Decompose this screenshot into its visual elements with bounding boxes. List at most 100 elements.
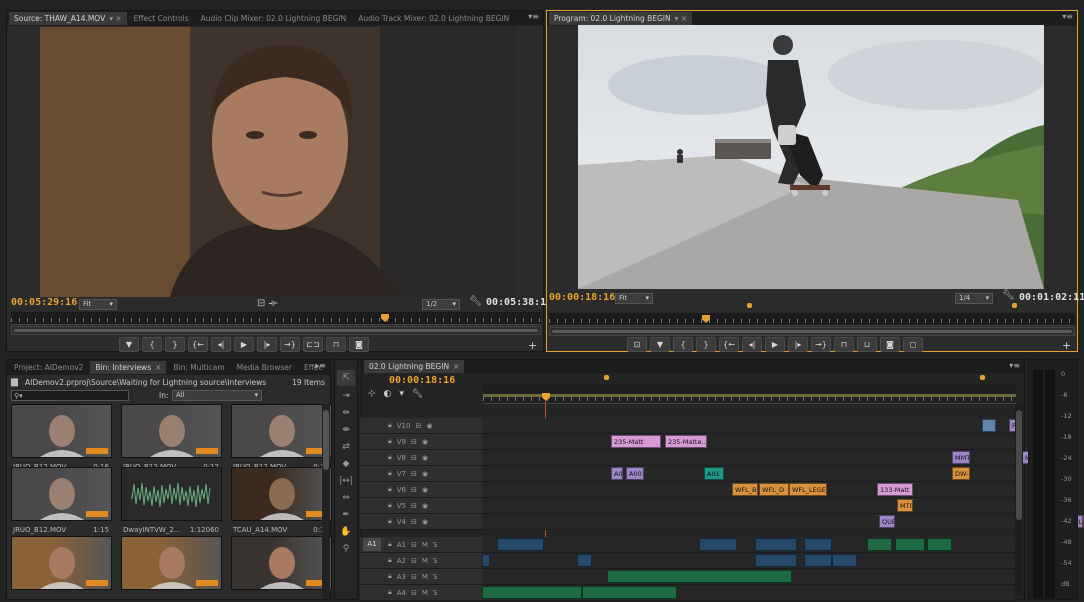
export-frame-icon[interactable]: ◙ — [880, 337, 900, 352]
in-filter-dropdown[interactable]: All — [172, 390, 262, 401]
track-select-tool-icon[interactable]: ⇥ — [337, 388, 355, 404]
eye-icon[interactable]: ◉ — [426, 422, 432, 430]
export-frame-icon[interactable]: ◙ — [349, 337, 369, 352]
lock-icon[interactable]: 🔒︎ — [388, 517, 392, 526]
go-to-in-icon[interactable]: {← — [719, 337, 739, 352]
lock-icon[interactable]: 🔒︎ — [388, 501, 392, 510]
source-fit-dropdown[interactable]: Fit — [79, 299, 117, 310]
timeline-clip[interactable]: A0 — [611, 467, 623, 480]
tab-sequence[interactable]: 02.0 Lightning BEGIN × — [364, 360, 465, 373]
audio-clip[interactable] — [497, 538, 544, 551]
source-resolution-dropdown[interactable]: 1/2 — [422, 299, 460, 310]
track-lane[interactable] — [482, 569, 1015, 584]
source-drag-video-icon[interactable]: ⊟ ⟛ — [257, 298, 278, 309]
audio-clip[interactable] — [927, 538, 952, 551]
sync-lock-icon[interactable]: ⊟ — [415, 422, 421, 430]
clip-thumbnail[interactable] — [231, 404, 332, 458]
audio-clip[interactable] — [755, 538, 797, 551]
clip-thumbnail[interactable] — [121, 536, 222, 590]
timeline-clip[interactable]: MT0 — [897, 499, 913, 512]
timeline-settings-icon[interactable]: 🔧︎ — [412, 389, 423, 399]
track-lane[interactable]: WFL_B WFL_D WFL_LEGE 133-Matt — [482, 482, 1015, 497]
clip-thumbnail[interactable] — [11, 467, 112, 521]
tab-source[interactable]: Source: THAW_A14.MOV ▾ × — [9, 12, 127, 25]
track-lane[interactable] — [482, 537, 1015, 552]
lock-icon[interactable]: 🔒︎ — [388, 556, 392, 565]
tab-program[interactable]: Program: 02.0 Lightning BEGIN ▾ × — [549, 12, 693, 25]
tab-menu-icon[interactable]: ▾ × — [675, 14, 687, 23]
lock-icon[interactable]: 🔒︎ — [388, 588, 392, 597]
play-icon[interactable]: ▶ — [234, 337, 254, 352]
track-lane[interactable]: MT0 — [482, 498, 1015, 513]
track-lane[interactable]: PLQ — [482, 418, 1051, 433]
timeline-scrollbar[interactable] — [1015, 405, 1023, 595]
tab-effect-controls[interactable]: Effect Controls — [129, 12, 194, 25]
scroll-thumb[interactable] — [14, 329, 538, 332]
mark-out-icon[interactable]: } — [696, 337, 716, 352]
hand-tool-icon[interactable]: ✋ — [337, 524, 355, 540]
solo-button[interactable]: S — [433, 541, 437, 549]
linked-selection-icon[interactable]: ◐ — [384, 389, 392, 399]
timeline-clip[interactable]: 235-Matt — [611, 435, 661, 448]
razor-tool-icon[interactable]: ◆ — [337, 456, 355, 472]
extract-icon[interactable]: ⊔ — [857, 337, 877, 352]
timeline-clip[interactable]: WFL_D — [759, 483, 789, 496]
pen-tool-icon[interactable]: ✒ — [337, 507, 355, 523]
tab-audio-track-mixer[interactable]: Audio Track Mixer: 02.0 Lightning BEGIN — [353, 12, 514, 25]
zoom-tool-icon[interactable]: ⚲ — [337, 541, 355, 557]
audio-clip[interactable] — [832, 554, 857, 567]
clip-thumbnail[interactable] — [231, 536, 332, 590]
audio-clip[interactable] — [755, 554, 797, 567]
step-forward-icon[interactable]: |▸ — [788, 337, 808, 352]
timeline-clip[interactable]: DW- — [952, 467, 970, 480]
audio-clip[interactable] — [804, 554, 832, 567]
program-settings-icon[interactable]: 🔧︎ — [1002, 290, 1015, 301]
eye-icon[interactable]: ◉ — [422, 502, 428, 510]
eye-icon[interactable]: ◉ — [422, 438, 428, 446]
tab-bin-multicam[interactable]: Bin: Multicam — [168, 361, 229, 374]
mute-button[interactable]: M — [422, 541, 428, 549]
overwrite-icon[interactable]: ⊓ — [326, 337, 346, 352]
eye-icon[interactable]: ◉ — [422, 486, 428, 494]
source-time-ruler[interactable] — [11, 312, 541, 325]
add-marker-icon[interactable]: ▼ — [650, 337, 670, 352]
lock-icon[interactable]: 🔒︎ — [388, 453, 392, 462]
mark-in-icon[interactable]: { — [142, 337, 162, 352]
program-zoom-scrollbar[interactable] — [549, 327, 1075, 336]
program-current-timecode[interactable]: 00:00:18:16 — [549, 292, 615, 303]
scroll-thumb[interactable] — [323, 410, 329, 470]
audio-clip[interactable] — [867, 538, 892, 551]
safe-margins-icon[interactable]: ⊡ — [627, 337, 647, 352]
lock-icon[interactable]: 🔒︎ — [388, 572, 392, 581]
add-marker-icon[interactable]: ▾ — [399, 389, 404, 399]
source-current-timecode[interactable]: 00:05:29:16 — [11, 297, 77, 308]
track-lane[interactable]: MMTMT03 — [482, 450, 1044, 465]
ripple-edit-tool-icon[interactable]: ⇹ — [337, 405, 355, 421]
solo-button[interactable]: S — [433, 557, 437, 565]
tab-project[interactable]: Project: AIDemov2 — [9, 361, 88, 374]
selection-tool-icon[interactable]: ⇱ — [337, 370, 355, 386]
clip-thumbnail[interactable] — [121, 467, 222, 521]
audio-clip[interactable] — [607, 570, 792, 583]
sync-lock-icon[interactable]: ⊟ — [411, 541, 417, 549]
lock-icon[interactable]: 🔒︎ — [388, 540, 392, 549]
sync-lock-icon[interactable]: ⊟ — [411, 486, 417, 494]
panel-menu-icon[interactable]: ▾≡ — [1062, 12, 1073, 21]
rate-stretch-tool-icon[interactable]: ⇄ — [337, 439, 355, 455]
timeline-clip[interactable] — [982, 419, 996, 432]
lock-icon[interactable]: 🔒︎ — [388, 421, 392, 430]
slip-tool-icon[interactable]: |↔| — [337, 473, 355, 489]
track-lane[interactable]: A0A001 A01 DW- — [482, 466, 1015, 481]
source-zoom-scrollbar[interactable] — [11, 326, 541, 335]
scroll-thumb[interactable] — [1016, 410, 1022, 520]
audio-clip[interactable] — [699, 538, 737, 551]
slide-tool-icon[interactable]: ⇔ — [337, 490, 355, 506]
comparison-view-icon[interactable]: ◻ — [903, 337, 923, 352]
audio-clip[interactable] — [482, 554, 490, 567]
timeline-clip[interactable]: QUE — [879, 515, 895, 528]
timeline-time-ruler[interactable] — [483, 384, 1016, 404]
source-add-button-icon[interactable]: + — [528, 339, 537, 352]
track-lane[interactable] — [482, 553, 1015, 568]
step-back-icon[interactable]: ◂| — [742, 337, 762, 352]
timeline-clip[interactable]: A01 — [704, 467, 724, 480]
